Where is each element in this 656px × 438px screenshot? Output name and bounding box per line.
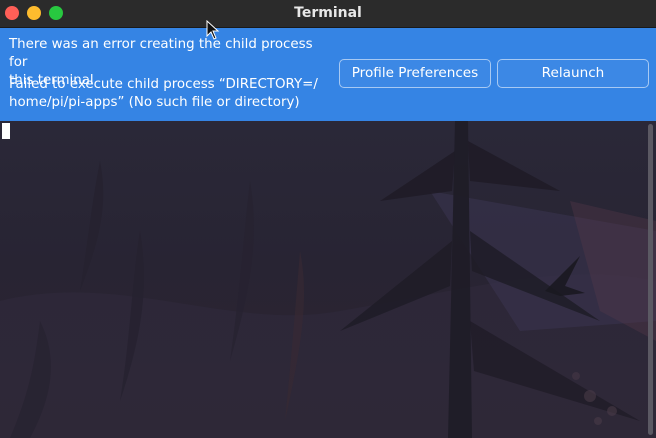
profile-preferences-button[interactable]: Profile Preferences xyxy=(339,59,491,88)
terminal-window: Terminal There was an error creating the… xyxy=(0,0,656,438)
text-cursor xyxy=(2,123,10,139)
error-infobar: There was an error creating the child pr… xyxy=(0,28,656,121)
relaunch-button[interactable]: Relaunch xyxy=(497,59,649,88)
mouse-pointer-icon xyxy=(206,20,220,40)
error-secondary-message: Failed to execute child process “DIRECTO… xyxy=(9,77,318,110)
window-title: Terminal xyxy=(294,5,362,21)
terminal-area[interactable] xyxy=(0,121,656,438)
terminal-scrollbar[interactable] xyxy=(648,124,653,435)
title-bar[interactable]: Terminal xyxy=(0,0,656,28)
wallpaper-background xyxy=(0,121,656,438)
